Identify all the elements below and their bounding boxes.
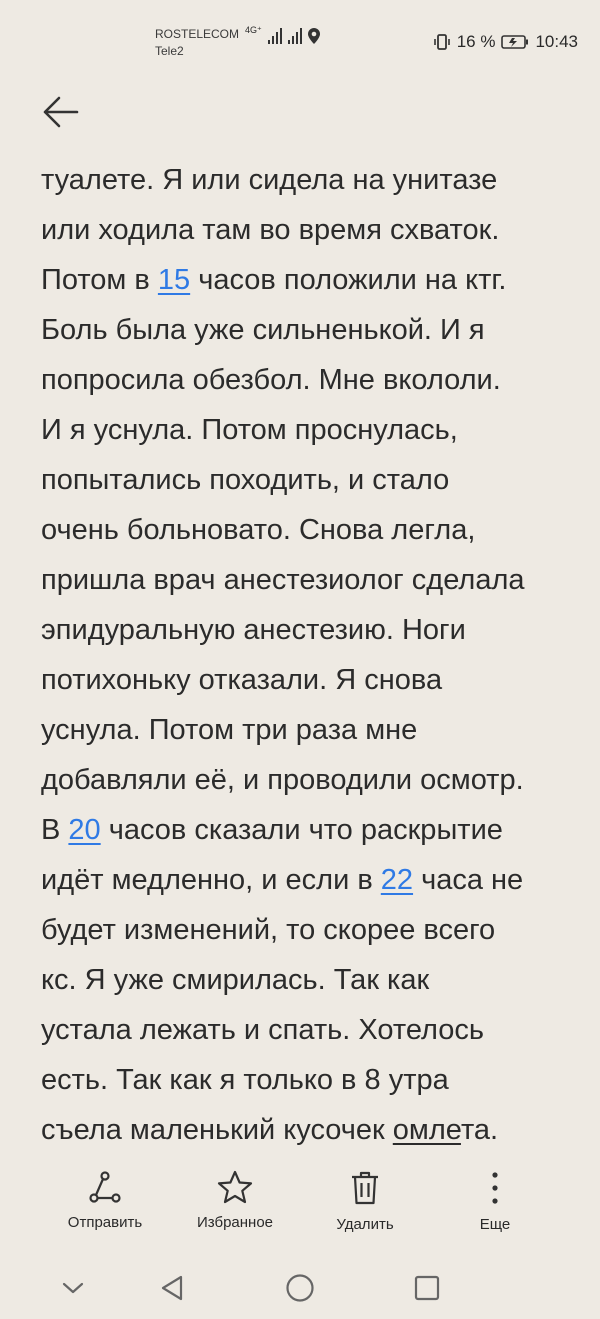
send-button[interactable]: Отправить <box>45 1170 165 1231</box>
star-icon <box>217 1170 253 1204</box>
text-line: И я уснула. Потом проснулась, <box>41 414 458 446</box>
text-line: уснула. Потом три раза мне <box>41 714 418 746</box>
text-line: или ходила там во время схваток. <box>41 214 500 246</box>
text-line: устала лежать и спать. Хотелось <box>41 1014 485 1046</box>
share-icon <box>89 1171 121 1203</box>
text-line: Боль была уже сильненькой. И я <box>41 314 485 346</box>
status-bar: ROSTELECOM Tele2 4G⁺ 16 % 10:43 <box>0 0 600 84</box>
text-line: попросила обезбол. Мне вкололи. <box>41 364 501 396</box>
text-line: Потом в 15 часов положили на ктг. <box>41 264 507 296</box>
signal-strength-icon-2 <box>287 28 302 44</box>
circle-home-icon <box>286 1274 314 1302</box>
battery-percent: 16 % <box>456 32 496 51</box>
chevron-down-icon <box>62 1282 84 1294</box>
triangle-back-icon <box>161 1275 183 1301</box>
location-icon <box>307 28 320 44</box>
more-label: Еще <box>479 1216 511 1233</box>
vibrate-icon <box>433 34 450 50</box>
time-link[interactable]: 20 <box>68 814 100 846</box>
network-type: 4G⁺ <box>245 24 262 35</box>
text-line: потихоньку отказали. Я снова <box>41 664 443 696</box>
text-line: попытались походить, и стало <box>41 464 450 496</box>
text-line: пришла врач анестезиолог сделала <box>41 564 525 596</box>
clock: 10:43 <box>535 32 578 51</box>
nav-back-button[interactable] <box>152 1268 192 1308</box>
text-line: очень больновато. Снова легла, <box>41 514 476 546</box>
text-line: туалете. Я или сидела на унитазе <box>41 164 498 196</box>
nav-hide-button[interactable] <box>53 1268 93 1308</box>
trash-icon <box>352 1171 378 1205</box>
text-line: будет изменений, то скорее всего <box>41 914 496 946</box>
carrier-primary: ROSTELECOM <box>155 27 240 41</box>
status-right: 16 % 10:43 <box>433 32 578 52</box>
delete-button[interactable]: Удалить <box>305 1170 425 1233</box>
signal-icons: 4G⁺ <box>245 24 320 44</box>
text-line: съела маленький кусочек омлета. <box>41 1114 499 1146</box>
time-link[interactable]: 22 <box>381 864 413 896</box>
arrow-left-icon <box>43 96 79 128</box>
text-line: эпидуральную анестезию. Ноги <box>41 614 466 646</box>
message-text: туалете. Я или сидела на унитазе или ходи… <box>41 155 566 1155</box>
system-navbar <box>0 1258 600 1314</box>
square-recents-icon <box>414 1275 440 1301</box>
text-line: В 20 часов сказали что раскрытие <box>41 814 503 846</box>
signal-strength-icon-1 <box>267 28 282 44</box>
text-line: идёт медленно, и если в 22 часа не <box>41 864 524 896</box>
more-vertical-icon <box>492 1172 498 1204</box>
time-link[interactable]: 15 <box>158 264 190 296</box>
text-line: добавляли её, и проводили осмотр. <box>41 764 524 796</box>
favorites-button[interactable]: Избранное <box>175 1170 295 1231</box>
underlined-word: омле <box>392 1114 461 1146</box>
delete-label: Удалить <box>336 1216 394 1233</box>
more-button[interactable]: Еще <box>435 1170 555 1233</box>
carrier-info: ROSTELECOM Tele2 <box>155 26 239 60</box>
carrier-secondary: Tele2 <box>155 44 184 58</box>
battery-charging-icon <box>501 35 529 49</box>
favorites-label: Избранное <box>196 1214 274 1231</box>
send-label: Отправить <box>67 1214 143 1231</box>
nav-recents-button[interactable] <box>407 1268 447 1308</box>
nav-home-button[interactable] <box>280 1268 320 1308</box>
text-line: есть. Так как я только в 8 утра <box>41 1064 449 1096</box>
back-button[interactable] <box>38 90 82 134</box>
bottom-toolbar: Отправить Избранное Удалить Еще <box>0 1170 600 1250</box>
text-line: кс. Я уже смирилась. Так как <box>41 964 430 996</box>
